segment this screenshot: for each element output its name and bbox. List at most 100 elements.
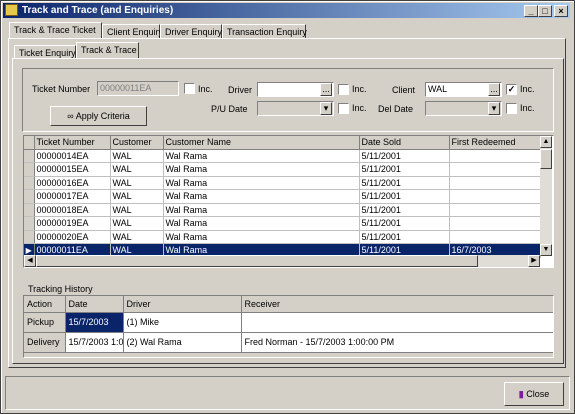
- close-window-button[interactable]: ×: [554, 5, 568, 17]
- first-redeemed-cell[interactable]: [449, 189, 541, 204]
- table-row[interactable]: 00000018EA WAL Wal Rama 5/11/2001: [24, 203, 541, 217]
- horizontal-scroll-thumb[interactable]: [36, 255, 478, 267]
- tracking-receiver-cell[interactable]: [241, 312, 553, 333]
- customer-name-cell[interactable]: Wal Rama: [163, 216, 360, 231]
- first-redeemed-cell[interactable]: [449, 162, 541, 177]
- date-sold-cell[interactable]: 5/11/2001: [359, 162, 450, 177]
- column-header-date-sold[interactable]: Date Sold: [359, 136, 450, 150]
- table-row[interactable]: 00000019EA WAL Wal Rama 5/11/2001: [24, 216, 541, 231]
- first-redeemed-cell[interactable]: [449, 176, 541, 190]
- column-header-customer[interactable]: Customer: [110, 136, 164, 150]
- customer-cell[interactable]: WAL: [110, 230, 164, 244]
- tracking-receiver-cell[interactable]: Fred Norman - 15/7/2003 1:00:00 PM: [241, 332, 553, 353]
- ticket-number-cell[interactable]: 00000018EA: [34, 203, 111, 217]
- table-row[interactable]: 00000020EA WAL Wal Rama 5/11/2001: [24, 230, 541, 244]
- customer-name-cell[interactable]: Wal Rama: [163, 149, 360, 163]
- column-header-driver[interactable]: Driver: [123, 296, 242, 313]
- footer-bar: [5, 376, 570, 410]
- column-header-action[interactable]: Action: [24, 296, 66, 313]
- column-header-ticket-number[interactable]: Ticket Number: [34, 136, 111, 150]
- tab-track-trace-ticket[interactable]: Track & Trace Ticket: [9, 22, 102, 38]
- first-redeemed-cell[interactable]: [449, 216, 541, 231]
- row-indicator[interactable]: [24, 149, 35, 163]
- date-sold-cell[interactable]: 5/11/2001: [359, 203, 450, 217]
- row-indicator[interactable]: [24, 203, 35, 217]
- close-button[interactable]: ▮ Close: [504, 382, 564, 406]
- column-header-date[interactable]: Date: [65, 296, 124, 313]
- customer-cell[interactable]: WAL: [110, 162, 164, 177]
- customer-cell[interactable]: WAL: [110, 149, 164, 163]
- ticket-number-cell[interactable]: 00000014EA: [34, 149, 111, 163]
- table-row[interactable]: 00000017EA WAL Wal Rama 5/11/2001: [24, 189, 541, 204]
- customer-cell[interactable]: WAL: [110, 176, 164, 190]
- grid-header-corner: [24, 136, 35, 150]
- ticket-number-cell[interactable]: 00000015EA: [34, 162, 111, 177]
- customer-name-cell[interactable]: Wal Rama: [163, 203, 360, 217]
- tracking-row-pickup[interactable]: Pickup 15/7/2003 (1) Mike: [24, 312, 553, 333]
- pu-date-dropdown-icon[interactable]: ▾: [320, 102, 332, 115]
- pu-date-inc-label: Inc.: [352, 103, 367, 113]
- first-redeemed-cell[interactable]: [449, 230, 541, 244]
- del-date-dropdown-icon[interactable]: ▾: [488, 102, 500, 115]
- column-header-receiver[interactable]: Receiver: [241, 296, 553, 313]
- first-redeemed-cell[interactable]: [449, 149, 541, 163]
- scroll-left-icon[interactable]: ◀: [24, 255, 36, 267]
- table-row[interactable]: 00000014EA WAL Wal Rama 5/11/2001: [24, 149, 541, 163]
- client-inc-label: Inc.: [520, 84, 535, 94]
- tracking-driver-cell[interactable]: (2) Wal Rama: [123, 332, 242, 353]
- date-sold-cell[interactable]: 5/11/2001: [359, 189, 450, 204]
- minimize-button[interactable]: _: [524, 5, 538, 17]
- row-indicator[interactable]: [24, 176, 35, 190]
- del-date-inc-checkbox[interactable]: [506, 103, 517, 114]
- table-row[interactable]: 00000016EA WAL Wal Rama 5/11/2001: [24, 176, 541, 190]
- table-row[interactable]: 00000015EA WAL Wal Rama 5/11/2001: [24, 162, 541, 177]
- tracking-history-grid[interactable]: Action Date Driver Receiver Pickup 15/7/…: [23, 295, 554, 358]
- ticket-inc-checkbox[interactable]: [184, 83, 195, 94]
- ticket-number-cell[interactable]: 00000017EA: [34, 189, 111, 204]
- pu-date-inc-checkbox[interactable]: [338, 103, 349, 114]
- row-indicator[interactable]: [24, 230, 35, 244]
- tracking-date-cell[interactable]: 15/7/2003 1:0: [65, 332, 124, 353]
- scroll-up-icon[interactable]: ▲: [540, 136, 552, 148]
- driver-browse-button[interactable]: ...: [320, 83, 332, 96]
- scroll-right-icon[interactable]: ▶: [528, 255, 540, 267]
- date-sold-cell[interactable]: 5/11/2001: [359, 176, 450, 190]
- driver-inc-checkbox[interactable]: [338, 84, 349, 95]
- customer-cell[interactable]: WAL: [110, 203, 164, 217]
- column-header-first-redeemed[interactable]: First Redeemed: [449, 136, 541, 150]
- customer-name-cell[interactable]: Wal Rama: [163, 230, 360, 244]
- date-sold-cell[interactable]: 5/11/2001: [359, 230, 450, 244]
- row-indicator[interactable]: [24, 216, 35, 231]
- grid-horizontal-scrollbar[interactable]: ◀ ▶: [24, 255, 540, 267]
- date-sold-cell[interactable]: 5/11/2001: [359, 216, 450, 231]
- first-redeemed-cell[interactable]: [449, 203, 541, 217]
- customer-name-cell[interactable]: Wal Rama: [163, 162, 360, 177]
- ticket-number-cell[interactable]: 00000016EA: [34, 176, 111, 190]
- customer-cell[interactable]: WAL: [110, 216, 164, 231]
- tracking-row-delivery[interactable]: Delivery 15/7/2003 1:0 (2) Wal Rama Fred…: [24, 332, 553, 353]
- vertical-scroll-thumb[interactable]: [540, 149, 552, 169]
- ticket-number-input[interactable]: 00000011EA: [97, 81, 179, 96]
- scroll-down-icon[interactable]: ▼: [540, 244, 552, 256]
- maximize-button[interactable]: □: [538, 5, 552, 17]
- tracking-driver-cell[interactable]: (1) Mike: [123, 312, 242, 333]
- ticket-grid[interactable]: Ticket Number Customer Customer Name Dat…: [23, 135, 554, 268]
- apply-criteria-button[interactable]: ∞ Apply Criteria: [50, 106, 147, 126]
- door-exit-icon: ▮: [518, 389, 524, 399]
- date-sold-cell[interactable]: 5/11/2001: [359, 149, 450, 163]
- pu-date-label: P/U Date: [211, 104, 248, 114]
- row-indicator[interactable]: [24, 189, 35, 204]
- ticket-number-cell[interactable]: 00000020EA: [34, 230, 111, 244]
- tracking-date-cell[interactable]: 15/7/2003: [65, 312, 124, 333]
- customer-cell[interactable]: WAL: [110, 189, 164, 204]
- column-header-customer-name[interactable]: Customer Name: [163, 136, 360, 150]
- ticket-number-cell[interactable]: 00000019EA: [34, 216, 111, 231]
- grid-vertical-scrollbar[interactable]: ▲ ▼: [540, 136, 552, 256]
- client-inc-checkbox[interactable]: ✓: [506, 84, 517, 95]
- tab-track-trace[interactable]: Track & Trace: [76, 42, 139, 58]
- client-browse-button[interactable]: ...: [488, 83, 500, 96]
- customer-name-cell[interactable]: Wal Rama: [163, 189, 360, 204]
- customer-name-cell[interactable]: Wal Rama: [163, 176, 360, 190]
- row-indicator[interactable]: [24, 162, 35, 177]
- title-bar[interactable]: Track and Trace (and Enquiries) _ □ ×: [3, 3, 570, 18]
